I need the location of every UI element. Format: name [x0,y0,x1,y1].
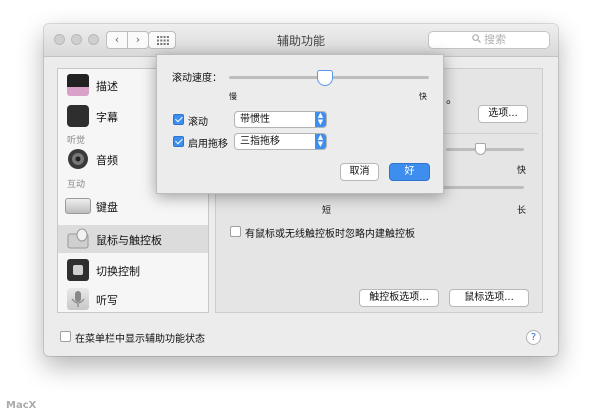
short-label: 短 [322,206,332,216]
up-down-arrows-icon: ▲ ▼ [315,112,326,127]
long-label: 长 [517,206,527,216]
scroll-speed-slider-thumb[interactable] [317,70,333,86]
scrolling-options-sheet: 滚动速度： 慢 快 滚动 带惯性 ▲ ▼ 启用拖移 三指拖移 ▲ ▼ 取消 好 [156,54,444,194]
scrolling-label: 滚动 [188,117,208,128]
scrolling-checkbox[interactable] [173,114,184,125]
sidebar-item-label: 鼠标与触控板 [96,234,162,247]
search-field[interactable]: 搜索 [428,31,550,49]
fast-label: 快 [419,92,427,101]
ok-button[interactable]: 好 [389,163,430,181]
sidebar-item-label: 切换控制 [96,265,140,278]
dragging-popup[interactable]: 三指拖移 ▲ ▼ [234,133,327,150]
ignore-trackpad-label: 有鼠标或无线触控板时忽略内建触控板 [245,229,415,240]
ignore-trackpad-checkbox[interactable] [230,226,241,237]
scroll-speed-label: 滚动速度： [172,73,222,84]
scrolling-popup-value: 带惯性 [240,114,270,125]
watermark: MacX [6,400,37,411]
dragging-popup-value: 三指拖移 [240,136,280,147]
partial-text: 。 [446,92,459,106]
sidebar-item-dictation[interactable]: 听写 [58,285,208,312]
slow-label: 慢 [229,92,237,101]
switch-control-icon [67,259,89,281]
sidebar-item-label: 描述 [96,80,118,93]
fast-label: 快 [517,166,527,176]
microphone-icon [67,288,89,310]
sidebar-item-keyboard[interactable]: 键盘 [58,192,208,220]
sidebar-item-label: 听写 [96,294,118,307]
keyboard-icon [65,198,91,214]
mouse-trackpad-icon [67,228,89,250]
sidebar-item-mouse-trackpad[interactable]: 鼠标与触控板 [58,225,208,253]
sidebar-item-label: 字幕 [96,111,118,124]
help-button[interactable]: ? [526,330,541,345]
show-status-checkbox[interactable] [60,331,71,342]
mouse-options-button[interactable]: 鼠标选项... [449,289,529,307]
display-icon [67,74,89,96]
sidebar-item-switch-control[interactable]: 切换控制 [58,256,208,284]
search-placeholder: 搜索 [484,33,506,46]
show-status-label: 在菜单栏中显示辅助功能状态 [75,334,205,345]
captions-icon [67,105,89,127]
double-click-speed-slider-thumb[interactable] [475,143,486,155]
section-header-interaction: 互动 [67,180,86,190]
title-bar: ‹ › 辅助功能 搜索 [44,24,558,57]
dragging-checkbox[interactable] [173,136,184,147]
trackpad-options-button[interactable]: 触控板选项... [359,289,439,307]
up-down-arrows-icon: ▲ ▼ [315,134,326,149]
scrolling-popup[interactable]: 带惯性 ▲ ▼ [234,111,327,128]
cancel-button[interactable]: 取消 [340,163,379,181]
dragging-label: 启用拖移 [188,139,228,150]
sidebar-item-label: 键盘 [96,201,118,214]
sidebar-item-label: 音频 [96,154,118,167]
speaker-icon [67,148,89,170]
options-button[interactable]: 选项... [478,105,528,123]
search-icon [472,32,481,48]
